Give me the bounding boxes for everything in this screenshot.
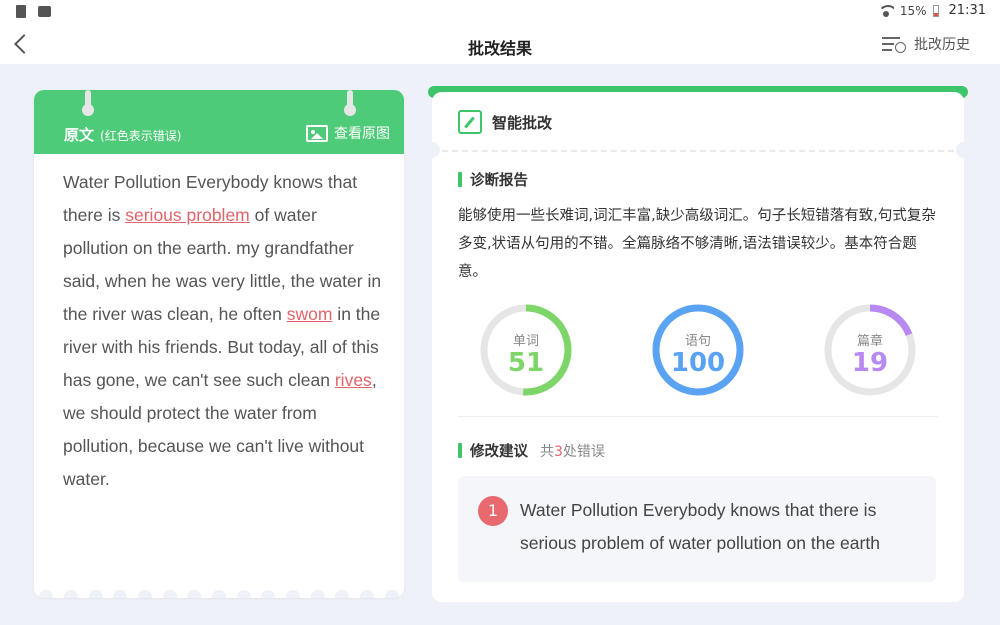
smart-review-title: 智能批改 [492,113,553,132]
gauge-value: 19 [851,348,889,378]
gauge-words: 单词 51 [478,302,574,398]
divider [458,416,938,417]
image-icon [306,124,328,142]
suggestion-heading: 修改建议 共3处错误 [458,440,605,461]
suggestion-number-badge: 1 [478,496,508,526]
edit-icon [458,110,482,134]
smart-review-card: 智能批改 诊断报告 能够使用一些长难词,词汇丰富,缺少高级词汇。句子长短错落有致… [424,92,972,602]
card-notch [424,142,440,158]
gauge-discourse: 篇章 19 [822,302,918,398]
suggestion-item[interactable]: 1 Water Pollution Everybody knows that t… [458,476,936,582]
original-title: 原文 (红色表示错误) [64,124,181,145]
original-title-text: 原文 [64,126,95,144]
image-notification-icon [38,6,51,17]
error-hint: (红色表示错误) [100,129,182,143]
smart-review-heading: 智能批改 [458,110,552,134]
card-notch [956,142,972,158]
gauge-label: 语句 [684,334,711,349]
original-text-card: 原文 (红色表示错误) 查看原图 Water Pollution Everybod… [34,90,404,598]
suggestion-text: Water Pollution Everybody knows that the… [520,500,880,553]
essay-text: Water Pollution Everybody knows that the… [63,166,385,496]
suggestion-title: 修改建议 [470,444,528,460]
view-original-label: 查看原图 [334,126,390,142]
original-card-header: 原文 (红色表示错误) 查看原图 [34,90,404,154]
dashed-divider [442,150,954,152]
report-heading: 诊断报告 [458,169,528,190]
history-icon [882,35,906,53]
clock: 21:31 [948,3,986,18]
gauge-sentences: 语句 100 [650,302,746,398]
battery-icon [932,4,939,17]
report-title: 诊断报告 [470,173,528,189]
error-word[interactable]: serious problem [125,205,250,225]
error-count-number: 3 [554,443,563,460]
gauge-label: 单词 [512,334,539,349]
battery-percent: 15% [899,3,927,18]
gauge-value: 51 [507,348,545,378]
status-bar: 15% 21:31 [0,0,1000,24]
error-word[interactable]: rives [335,370,372,390]
report-text: 能够使用一些长难词,词汇丰富,缺少高级词汇。句子长短错落有致,句式复杂多变,状语… [458,208,936,280]
gauge-label: 篇章 [856,334,883,349]
card-scallop-edge [34,590,404,598]
view-original-button[interactable]: 查看原图 [306,123,390,143]
app-header: 批改结果 批改历史 [0,24,1000,64]
gauge-value: 100 [670,348,726,378]
wifi-icon [877,4,894,17]
error-count: 共3处错误 [540,443,605,460]
battery-notification-icon [16,5,26,18]
history-button[interactable]: 批改历史 [882,34,970,54]
error-word[interactable]: swom [287,304,333,324]
binder-ring [344,90,356,116]
history-label: 批改历史 [914,37,970,53]
score-gauges: 单词 51 语句 100 篇章 19 [458,302,938,398]
binder-ring [82,90,94,116]
page-title: 批改结果 [467,39,532,58]
